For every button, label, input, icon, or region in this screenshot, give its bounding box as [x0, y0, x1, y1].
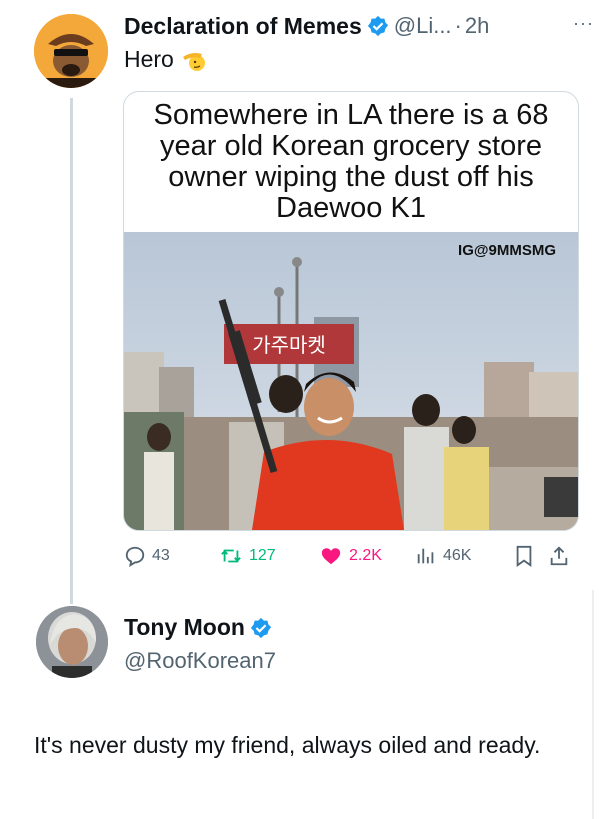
meme-photo: 가주마켓 — [124, 232, 578, 530]
reply-author-photo — [36, 606, 108, 678]
right-edge-divider — [592, 590, 594, 819]
timestamp[interactable]: 2h — [465, 13, 489, 39]
heart-icon — [321, 548, 341, 565]
saluting-face-icon — [182, 52, 205, 71]
watermark-text: IG@9MMSMG — [458, 242, 556, 259]
views-chart-icon — [417, 548, 434, 564]
cowboy-dog-avatar-icon — [34, 14, 108, 88]
share-button[interactable] — [548, 541, 576, 571]
author-name[interactable]: Declaration of Memes — [124, 13, 362, 40]
avatar[interactable] — [34, 14, 108, 88]
like-count: 2.2K — [349, 547, 382, 564]
share-icon — [550, 546, 568, 566]
reply-count: 43 — [152, 547, 170, 564]
views-count: 46K — [443, 547, 472, 564]
verified-badge-icon — [367, 15, 388, 37]
more-options-icon[interactable]: ··· — [573, 13, 594, 34]
author-handle[interactable]: @Li... — [394, 13, 452, 39]
verified-badge-icon — [250, 617, 272, 638]
reply-button[interactable]: 43 — [124, 541, 170, 571]
reply-icon — [125, 546, 145, 567]
tweet-actions-bar: 43 127 2.2K 46K — [124, 541, 579, 571]
reply-author-name[interactable]: Tony Moon — [124, 614, 245, 641]
meme-caption: Somewhere in LA there is a 68 year old K… — [153, 99, 549, 224]
reply-text: It's never dusty my friend, always oiled… — [34, 732, 541, 758]
tweet-text: Hero — [124, 46, 174, 72]
like-button[interactable]: 2.2K — [319, 541, 382, 571]
media-card[interactable]: Somewhere in LA there is a 68 year old K… — [123, 91, 579, 531]
thread-connector-line — [70, 98, 73, 604]
bookmark-icon — [516, 545, 532, 567]
separator-dot: · — [454, 13, 462, 38]
reply-author-handle[interactable]: @RoofKorean7 — [124, 648, 276, 674]
views-button[interactable]: 46K — [415, 541, 471, 571]
retweet-button[interactable]: 127 — [219, 541, 276, 571]
retweet-icon — [221, 549, 241, 563]
tweet-header: Declaration of Memes @Li... · 2h ··· — [124, 11, 594, 41]
avatar[interactable] — [36, 606, 108, 678]
tweet-body: Hero — [124, 46, 208, 73]
store-sign-text: 가주마켓 — [252, 333, 326, 357]
retweet-count: 127 — [249, 547, 276, 564]
reply-author-row: Tony Moon — [124, 614, 277, 641]
bookmark-button[interactable] — [514, 541, 540, 571]
